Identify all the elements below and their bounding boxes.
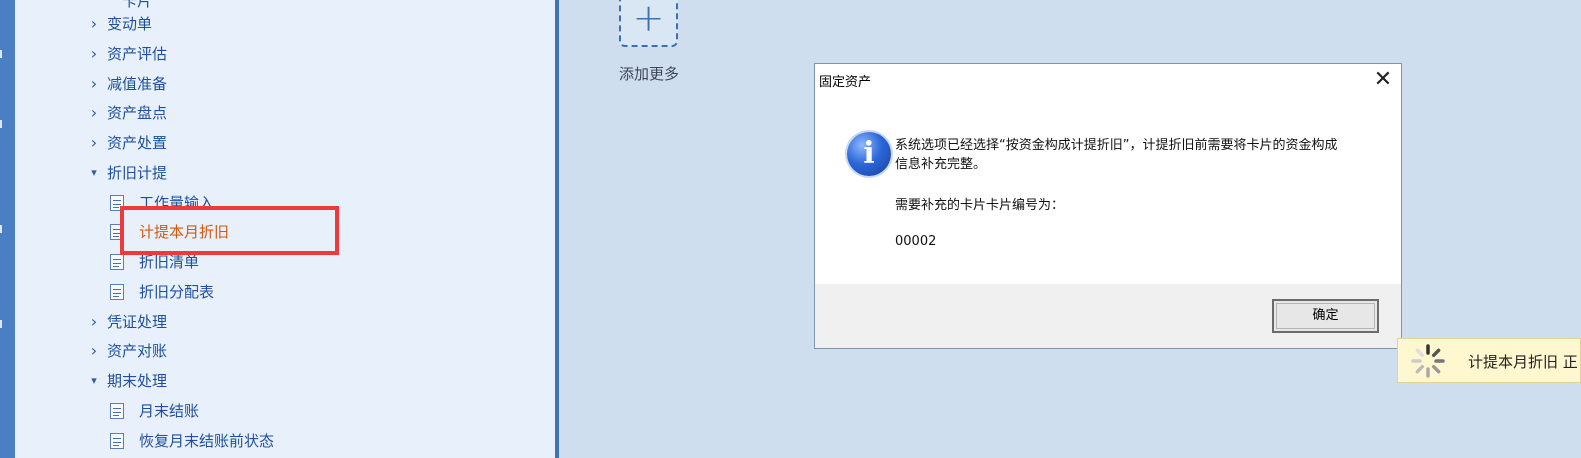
toast-label: 计提本月折旧 正 [1468, 353, 1578, 371]
message-dialog: 固定资产 ✕ i 系统选项已经选择“按资金构成计提折旧”，计提折旧前需要将卡片的… [814, 63, 1402, 349]
tree-item-label: 资产处置 [107, 134, 168, 152]
chevron-right-icon[interactable]: › [86, 308, 102, 336]
tree-item-label: 恢复月末结账前状态 [139, 432, 275, 450]
chevron-right-icon[interactable]: › [86, 337, 102, 365]
progress-toast: 计提本月折旧 正 [1397, 338, 1581, 383]
plus-icon: + [632, 0, 665, 40]
tree-item-label: 期末处理 [107, 372, 168, 390]
highlight-box [120, 206, 339, 255]
document-icon [110, 254, 124, 270]
tree-item-label: 资产对账 [107, 342, 168, 360]
tree-item-label: 资产评估 [107, 45, 168, 63]
clipped-tree-label: 卡片 [122, 0, 153, 10]
dialog-title: 固定资产 [819, 75, 872, 90]
info-icon: i [847, 132, 891, 176]
add-more-button[interactable]: + [619, 0, 678, 47]
tree-item-label: 凭证处理 [107, 313, 168, 331]
chevron-right-icon[interactable]: › [86, 10, 102, 38]
message-line-3: 需要补充的卡片卡片编号为： [895, 198, 1065, 213]
chevron-down-icon[interactable]: ▾ [86, 159, 102, 187]
tree-item-label: 减值准备 [107, 75, 168, 93]
card-number: 00002 [895, 234, 937, 249]
tree-item-label: 资产盘点 [107, 104, 168, 122]
ok-button[interactable]: 确定 [1272, 299, 1379, 333]
close-icon[interactable]: ✕ [1371, 68, 1395, 92]
message-line-2: 信息补充完整。 [895, 157, 987, 172]
tree-item-label: 月末结账 [139, 402, 200, 420]
document-icon [110, 433, 124, 449]
tree-item-label: 变动单 [107, 15, 153, 33]
chevron-right-icon[interactable]: › [86, 99, 102, 127]
rail-marker [0, 225, 2, 233]
chevron-right-icon[interactable]: › [86, 70, 102, 98]
rail-marker [0, 120, 2, 128]
chevron-down-icon[interactable]: ▾ [86, 367, 102, 395]
spinner-icon [1411, 344, 1445, 378]
pane-divider[interactable] [555, 0, 559, 458]
document-icon [110, 403, 124, 419]
chevron-right-icon[interactable]: › [86, 40, 102, 68]
rail-marker [0, 320, 2, 328]
chevron-right-icon[interactable]: › [86, 129, 102, 157]
tree-item-label: 折旧分配表 [139, 283, 215, 301]
document-icon [110, 284, 124, 300]
left-rail [0, 0, 15, 458]
add-more-label[interactable]: 添加更多 [619, 63, 679, 84]
rail-marker [0, 50, 2, 58]
tree-item-label: 折旧计提 [107, 164, 168, 182]
message-line-1: 系统选项已经选择“按资金构成计提折旧”，计提折旧前需要将卡片的资金构成 [895, 138, 1338, 153]
